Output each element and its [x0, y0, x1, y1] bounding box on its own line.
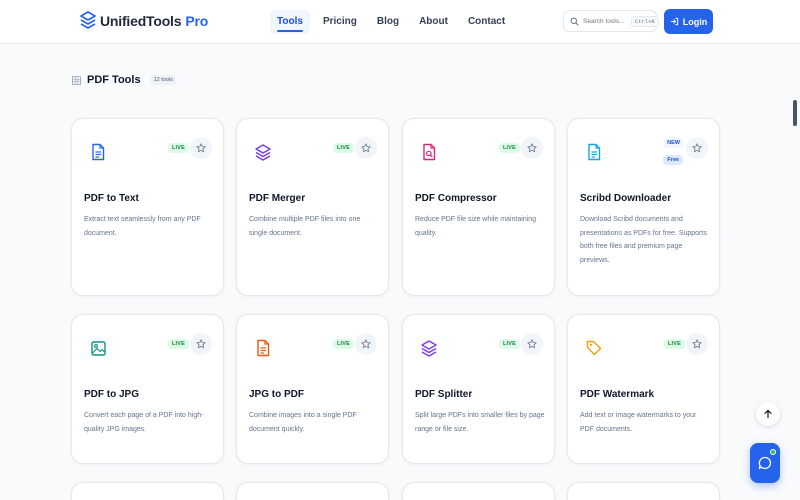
live-badge: LIVE: [167, 143, 189, 153]
star-icon: [361, 143, 371, 153]
stack-logo-icon: [80, 11, 96, 29]
tool-title: PDF Splitter: [415, 389, 473, 400]
tool-description: Add text or image watermarks to your PDF…: [580, 412, 697, 433]
arrow-up-icon: [764, 409, 772, 419]
brand-suffix: Pro: [185, 13, 209, 29]
nav-blog[interactable]: Blog: [370, 10, 406, 34]
favorite-button[interactable]: [521, 333, 543, 355]
section-header: PDF Tools 12 tools: [72, 74, 177, 86]
layers-icon: [421, 340, 437, 357]
tool-card-pdf-to-text[interactable]: LIVE PDF to Text Extract text seamlessly…: [71, 118, 224, 296]
main-nav: Tools Pricing Blog About Contact: [270, 10, 512, 34]
tool-card-pdf-to-jpg[interactable]: LIVE PDF to JPG Convert each page of a P…: [71, 314, 224, 464]
file-search-icon: [423, 143, 436, 161]
chat-button[interactable]: [750, 443, 780, 483]
tool-title: PDF to Text: [84, 193, 139, 204]
tool-description: Combine images into a single PDF documen…: [249, 412, 357, 433]
star-icon: [361, 339, 371, 349]
tool-description: Combine multiple PDF files into one sing…: [249, 216, 361, 237]
nav-pricing[interactable]: Pricing: [316, 10, 364, 34]
tool-title: PDF Watermark: [580, 389, 655, 400]
tool-title: PDF Compressor: [415, 193, 497, 204]
tool-card-pdf-compressor[interactable]: LIVE PDF Compressor Reduce PDF file size…: [402, 118, 555, 296]
layers-icon: [255, 144, 271, 161]
live-badge: LIVE: [498, 143, 520, 153]
tool-card-pdf-merger[interactable]: LIVE PDF Merger Combine multiple PDF fil…: [236, 118, 389, 296]
tool-description: Download Scribd documents and presentati…: [580, 216, 707, 264]
tool-card-partial[interactable]: [567, 482, 720, 500]
tool-title: PDF to JPG: [84, 389, 140, 400]
search-input[interactable]: [583, 17, 627, 25]
star-icon: [196, 143, 206, 153]
file-text-icon: [92, 143, 105, 161]
tool-title: Scribd Downloader: [580, 193, 672, 204]
tool-description: Extract text seamlessly from any PDF doc…: [84, 216, 201, 237]
search-icon: [570, 17, 579, 26]
tool-description: Split large PDFs into smaller files by p…: [415, 412, 545, 433]
star-icon: [196, 339, 206, 349]
grid-icon: [72, 75, 81, 85]
star-icon: [527, 143, 537, 153]
scroll-to-top-button[interactable]: [756, 402, 780, 426]
tool-description: Convert each page of a PDF into high-qua…: [84, 412, 204, 433]
favorite-button[interactable]: [355, 137, 377, 159]
star-icon: [527, 339, 537, 349]
tag-icon: [586, 340, 602, 356]
tool-card-partial[interactable]: [402, 482, 555, 500]
star-icon: [692, 339, 702, 349]
live-badge: LIVE: [498, 339, 520, 349]
favorite-button[interactable]: [521, 137, 543, 159]
live-badge: LIVE: [332, 143, 354, 153]
tool-card-pdf-watermark[interactable]: LIVE PDF Watermark Add text or image wat…: [567, 314, 720, 464]
online-status-dot: [770, 449, 776, 455]
file-text-icon: [257, 339, 270, 357]
chat-bubble-icon: [758, 456, 772, 470]
favorite-button[interactable]: [355, 333, 377, 355]
favorite-button[interactable]: [190, 137, 212, 159]
top-header: UnifiedTools Pro Tools Pricing Blog Abou…: [0, 0, 800, 44]
live-badge: LIVE: [167, 339, 189, 349]
nav-about[interactable]: About: [412, 10, 455, 34]
tool-title: JPG to PDF: [249, 389, 305, 400]
page-scrollbar[interactable]: [793, 100, 797, 126]
file-text-icon: [588, 143, 601, 161]
tool-description: Reduce PDF file size while maintaining q…: [415, 216, 536, 237]
favorite-button[interactable]: [686, 333, 708, 355]
login-label: Login: [682, 16, 708, 27]
nav-tools[interactable]: Tools: [270, 10, 310, 34]
favorite-button[interactable]: [686, 137, 708, 159]
new-badge: NEW: [664, 138, 683, 148]
login-icon: [670, 17, 678, 26]
section-title: PDF Tools: [87, 74, 141, 86]
login-button[interactable]: Login: [664, 9, 713, 34]
tool-card-partial[interactable]: [71, 482, 224, 500]
image-icon: [90, 340, 106, 356]
brand-logo[interactable]: UnifiedTools Pro: [80, 10, 208, 32]
tool-card-scribd-downloader[interactable]: NEW Free Scribd Downloader Download Scri…: [567, 118, 720, 296]
favorite-button[interactable]: [190, 333, 212, 355]
search-box[interactable]: Ctrl+K: [563, 10, 659, 32]
live-badge: LIVE: [332, 339, 354, 349]
nav-contact[interactable]: Contact: [461, 10, 512, 34]
tool-count-badge: 12 tools: [149, 75, 177, 85]
tool-card-jpg-to-pdf[interactable]: LIVE JPG to PDF Combine images into a si…: [236, 314, 389, 464]
tool-card-pdf-splitter[interactable]: LIVE PDF Splitter Split large PDFs into …: [402, 314, 555, 464]
star-icon: [692, 143, 702, 153]
tool-title: PDF Merger: [249, 193, 306, 204]
live-badge: LIVE: [663, 339, 685, 349]
search-shortcut-hint: Ctrl+K: [631, 15, 659, 27]
tool-card-partial[interactable]: [236, 482, 389, 500]
brand-name: UnifiedTools: [100, 13, 182, 29]
free-badge: Free: [663, 155, 683, 165]
